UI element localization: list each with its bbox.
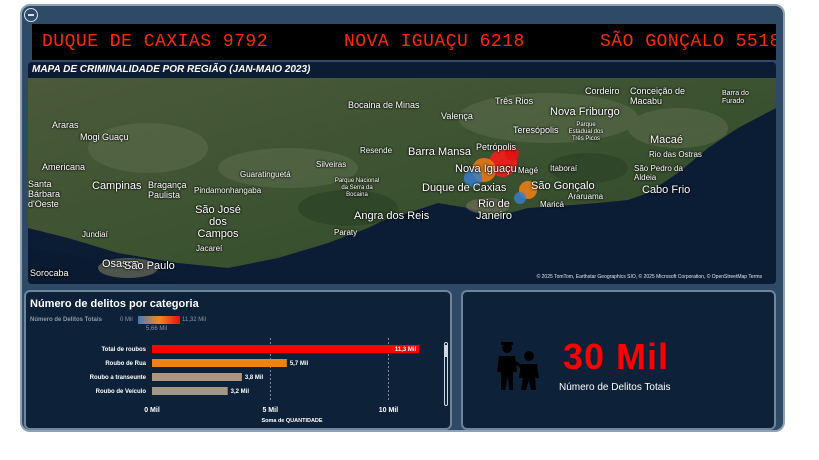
map-label: Rio das Ostras: [649, 150, 702, 159]
category-bar[interactable]: [152, 373, 242, 381]
map-panel: MAPA DE CRIMINALIDADE POR REGIÃO (JAN-MA…: [28, 62, 776, 284]
map-label: Macaé: [650, 134, 684, 146]
map-label: Rio de Janeiro: [475, 198, 513, 222]
map-label: Parque Estadual dos Três Picos: [568, 122, 604, 142]
map-label: Cordeiro: [585, 86, 620, 96]
map-label: Angra dos Reis: [354, 210, 430, 222]
map-label: Magé: [518, 166, 539, 175]
category-bar[interactable]: [152, 359, 287, 367]
legend-mid: 5,66 Mil: [146, 326, 168, 332]
map-label: São Pedro da Aldeia: [634, 164, 683, 182]
map-label: Americana: [42, 162, 86, 172]
map-label: Nova Friburgo: [550, 106, 620, 118]
map-label: Bocaina de Minas: [348, 100, 420, 110]
map-attribution[interactable]: © 2025 TomTom, Earthstar Geographics SIO…: [537, 274, 762, 280]
map-label: Maricá: [540, 200, 565, 209]
total-crimes-value: 30 Mil: [563, 336, 670, 377]
map-label: Itaboraí: [550, 164, 578, 173]
police-arrest-icon: [493, 342, 543, 395]
legend-min: 0 Mil: [120, 317, 133, 323]
map-label: Resende: [360, 146, 393, 155]
map-label: Paraty: [334, 228, 358, 237]
x-tick-label: 0 Mil: [144, 407, 160, 414]
x-axis-label: Soma de QUANTIDADE: [261, 418, 322, 424]
x-tick-label: 10 Mil: [379, 407, 399, 414]
total-crimes-label: Número de Delitos Totais: [559, 382, 671, 393]
map-label: Araras: [52, 120, 79, 130]
kpi-panel: 30 Mil Número de Delitos Totais: [461, 290, 776, 430]
map-label: Petrópolis: [476, 142, 517, 152]
map-label: Três Rios: [495, 96, 534, 106]
category-label: Total de roubos: [101, 347, 146, 353]
ticker-item: SÃO GONÇALO 5518: [600, 32, 776, 52]
crime-map[interactable]: Bocaina de Minas Valença Três Rios Corde…: [28, 78, 776, 284]
category-label: Roubo a transeunte: [90, 375, 147, 381]
map-label: São José dos Campos: [195, 204, 241, 240]
map-label: Mogi Guaçu: [80, 132, 129, 142]
ticker-item: NOVA IGUAÇU 6218: [344, 32, 525, 52]
bar-value-label: 11,3 Mil: [395, 347, 417, 353]
map-label: Barra do Furado: [722, 90, 749, 105]
category-bar-chart: 0 Mil 5 Mil 10 Mil Soma de QUANTIDADE Total …: [26, 336, 450, 430]
map-label: Teresópolis: [513, 125, 559, 135]
bar-value-label: 5,7 Mil: [290, 361, 309, 367]
panel-title: Número de delitos por categoria: [30, 298, 199, 310]
legend-label: Número de Delitos Totais: [30, 317, 102, 323]
map-label: Santa Bárbara d'Oeste: [28, 179, 61, 209]
map-label: Conceição de Macabu: [630, 86, 686, 106]
map-label: Bragança Paulista: [148, 180, 187, 200]
map-label: Silveiras: [316, 160, 347, 169]
map-label: Duque de Caxias: [422, 182, 507, 194]
map-label: Nova Iguaçu: [455, 163, 517, 175]
category-label: Roubo de Rua: [105, 361, 146, 367]
map-label: Valença: [441, 111, 473, 121]
hotspot-niteroi[interactable]: [514, 192, 526, 204]
map-label: Jacareí: [196, 244, 223, 253]
map-label: Jundiaí: [82, 230, 108, 239]
map-label: Campinas: [92, 180, 142, 192]
map-label: Sorocaba: [30, 268, 69, 278]
city-ticker: DUQUE DE CAXIAS 9792 NOVA IGUAÇU 6218 SÃ…: [32, 24, 776, 60]
map-label: Guaratinguetá: [240, 170, 291, 179]
map-label: São Gonçalo: [531, 180, 595, 192]
map-label: Pindamonhangaba: [194, 186, 262, 195]
bar-value-label: 3,8 Mil: [245, 375, 264, 381]
map-label: São Paulo: [124, 260, 175, 272]
scrollbar[interactable]: [444, 342, 448, 406]
category-bar[interactable]: [152, 345, 420, 353]
bar-chart-svg: 0 Mil 5 Mil 10 Mil Soma de QUANTIDADE Total …: [90, 338, 420, 424]
scrollbar-thumb[interactable]: [445, 345, 447, 357]
category-panel: Número de delitos por categoria Número d…: [24, 290, 452, 430]
category-label: Roubo de Veículo: [96, 389, 147, 395]
map-title: MAPA DE CRIMINALIDADE POR REGIÃO (JAN-MA…: [32, 64, 311, 75]
category-bar[interactable]: [152, 387, 228, 395]
map-label: Araruama: [568, 192, 604, 201]
bar-value-label: 3,2 Mil: [231, 389, 250, 395]
map-label: Cabo Frio: [642, 184, 691, 196]
map-label: Barra Mansa: [408, 146, 471, 158]
color-scale-legend: [138, 316, 180, 324]
x-tick-label: 5 Mil: [262, 407, 278, 414]
ticker-item: DUQUE DE CAXIAS 9792: [42, 32, 269, 52]
map-label: Parque Nacional da Serra da Bocaina: [334, 178, 380, 198]
back-icon[interactable]: [24, 8, 38, 22]
legend-max: 11,32 Mil: [182, 317, 206, 323]
